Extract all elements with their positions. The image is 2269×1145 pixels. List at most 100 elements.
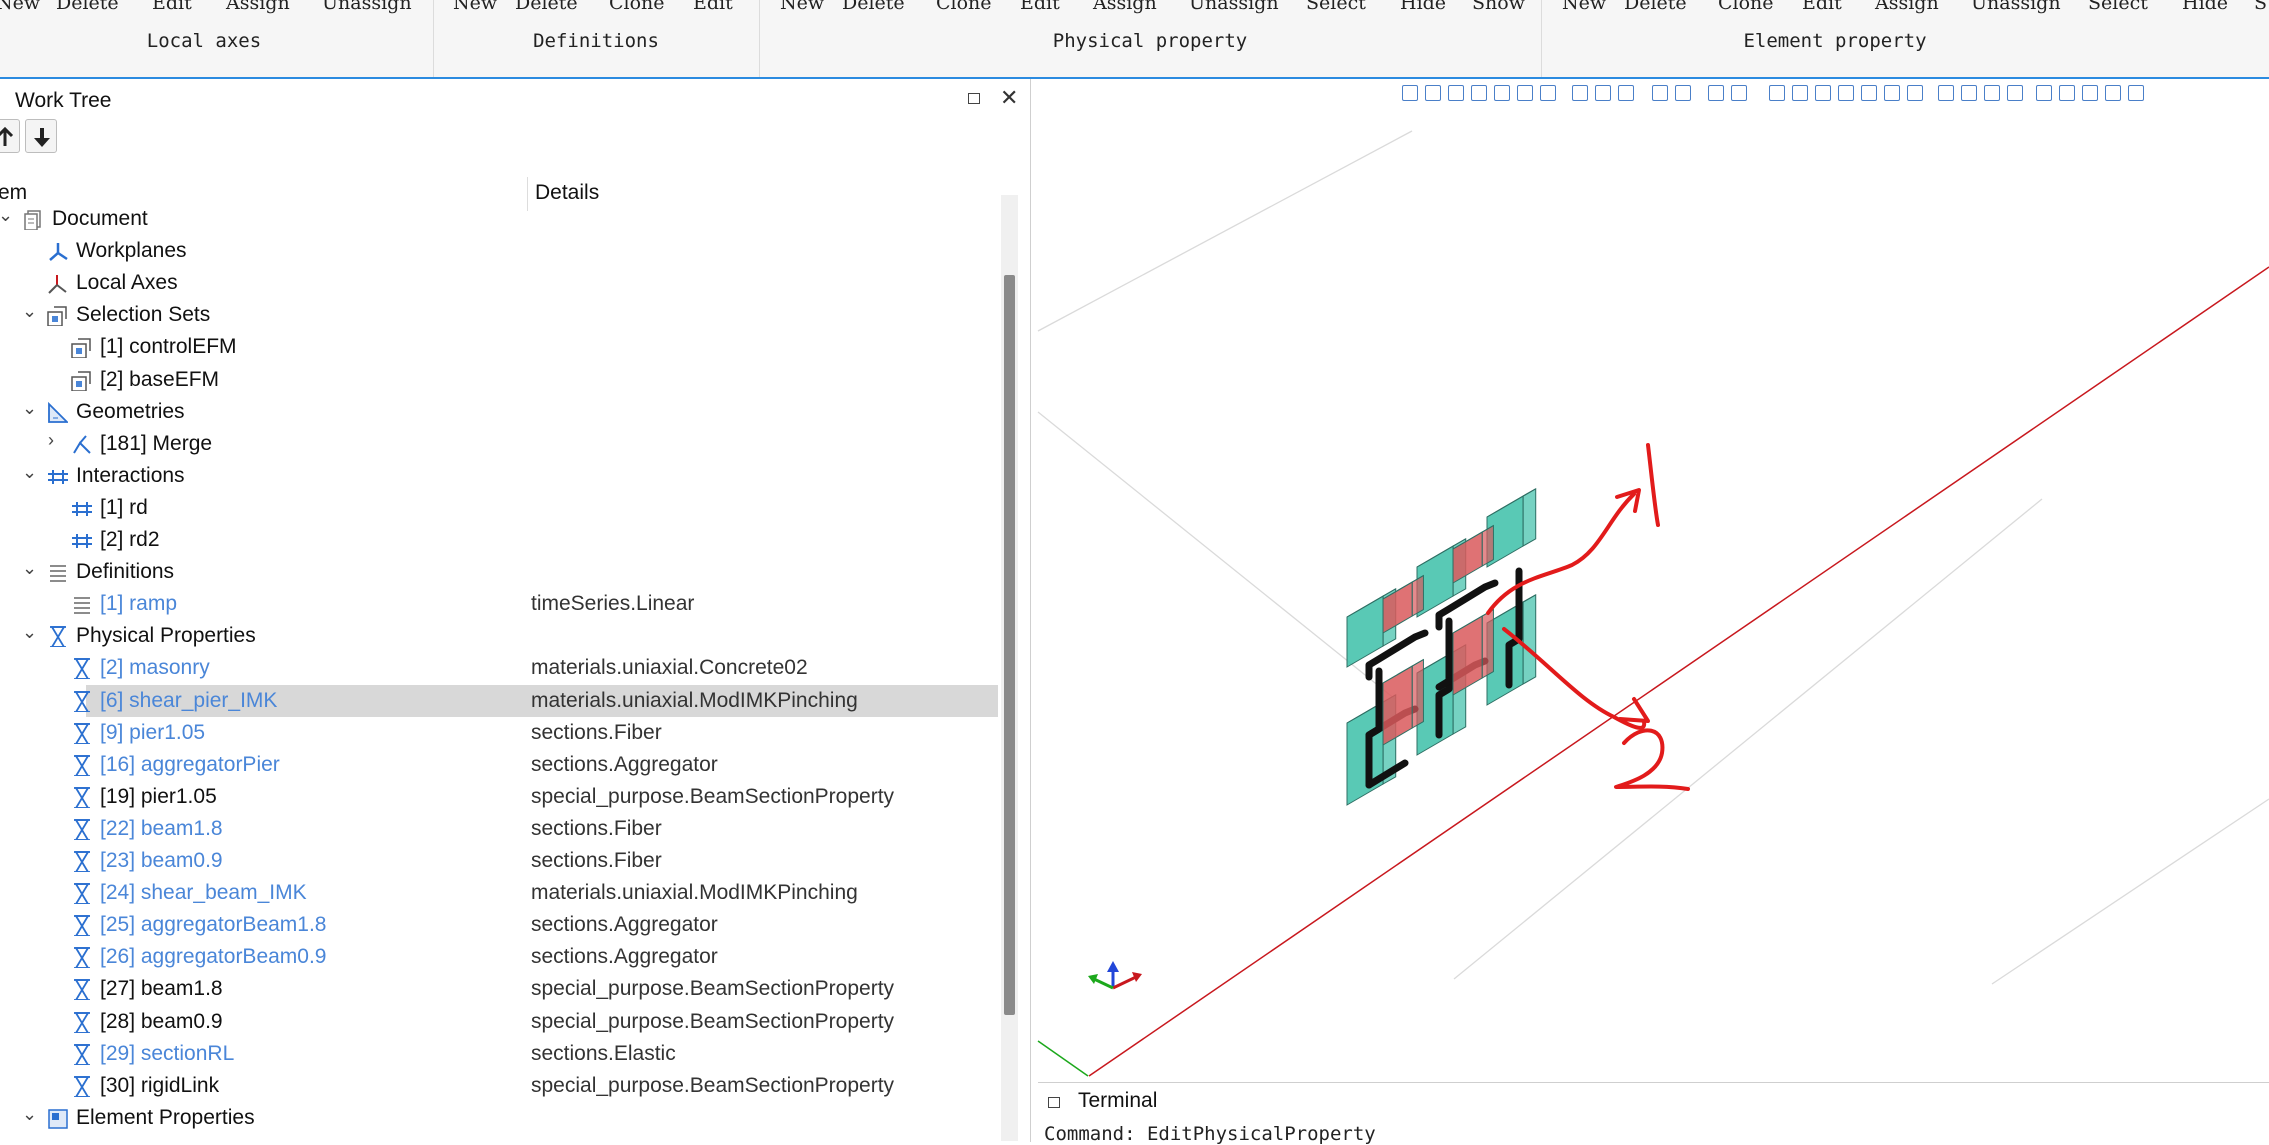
physical-unassign-button[interactable]: Unassign bbox=[1189, 0, 1279, 14]
tree-row[interactable]: [2] masonry materials.uniaxial.Concrete02 bbox=[0, 652, 1000, 684]
tree-row-label: [23] beam0.9 bbox=[100, 849, 223, 872]
scrollbar-thumb[interactable] bbox=[1004, 275, 1015, 1015]
tree-row[interactable]: [2] rd2 bbox=[0, 524, 1000, 556]
frame-model[interactable] bbox=[1346, 487, 1537, 806]
physical-new-button[interactable]: New bbox=[780, 0, 824, 14]
tree-row[interactable]: ⌄ Document bbox=[0, 203, 1000, 235]
physical-edit-button[interactable]: Edit bbox=[1020, 0, 1060, 14]
tree-row[interactable]: [29] sectionRL sections.Elastic bbox=[0, 1038, 1000, 1070]
element-delete-button[interactable]: Delete bbox=[1624, 0, 1687, 14]
local-axes-delete-button[interactable]: Delete bbox=[56, 0, 119, 14]
hourglass-icon bbox=[74, 1043, 90, 1065]
ribbon: New Delete Edit Assign Unassign Local ax… bbox=[0, 0, 2269, 79]
tree-row[interactable]: [27] beam1.8 special_purpose.BeamSectionP… bbox=[0, 973, 1000, 1005]
ribbon-group-physical-property: New Delete Clone Edit Assign Unassign Se… bbox=[759, 0, 1542, 77]
tree-row[interactable]: [22] beam1.8 sections.Fiber bbox=[0, 813, 1000, 845]
physical-delete-button[interactable]: Delete bbox=[842, 0, 905, 14]
chevron-down-icon[interactable]: ⌄ bbox=[0, 205, 13, 226]
float-panel-icon[interactable] bbox=[968, 93, 980, 104]
close-icon[interactable]: ✕ bbox=[1000, 85, 1018, 111]
workplane-icon bbox=[49, 243, 68, 262]
tree-row-details: sections.Aggregator bbox=[531, 913, 718, 937]
element-new-button[interactable]: New bbox=[1562, 0, 1606, 14]
tree-row[interactable]: [6] shear_pier_IMK materials.uniaxial.Mod… bbox=[74, 684, 998, 717]
hourglass-icon bbox=[74, 1075, 90, 1097]
definitions-new-button[interactable]: New bbox=[453, 0, 497, 14]
physical-hide-button[interactable]: Hide bbox=[1400, 0, 1446, 14]
tree-row[interactable]: [28] beam0.9 special_purpose.BeamSectionP… bbox=[0, 1006, 1000, 1038]
move-down-button[interactable] bbox=[25, 119, 57, 153]
tree-row-details: sections.Elastic bbox=[531, 1041, 676, 1065]
spring-element[interactable] bbox=[1382, 574, 1424, 634]
move-up-button[interactable] bbox=[0, 119, 20, 153]
3d-viewport[interactable] bbox=[1032, 79, 2269, 1080]
tree-row[interactable]: Workplanes bbox=[0, 235, 1000, 267]
hourglass-icon bbox=[74, 947, 90, 969]
element-select-button[interactable]: Select bbox=[2088, 0, 2148, 14]
physical-assign-button[interactable]: Assign bbox=[1093, 0, 1157, 14]
physical-clone-button[interactable]: Clone bbox=[936, 0, 992, 14]
local-axes-assign-button[interactable]: Assign bbox=[226, 0, 290, 14]
physical-show-button[interactable]: Show bbox=[1472, 0, 1525, 14]
tree-row[interactable]: ⌄ Definitions bbox=[0, 556, 1000, 588]
local-axes-unassign-button[interactable]: Unassign bbox=[322, 0, 412, 14]
tree-row[interactable]: [19] pier1.05 special_purpose.BeamSection… bbox=[0, 781, 1000, 813]
element-unassign-button[interactable]: Unassign bbox=[1971, 0, 2061, 14]
element-clone-button[interactable]: Clone bbox=[1718, 0, 1774, 14]
definitions-delete-button[interactable]: Delete bbox=[515, 0, 578, 14]
local-axes-new-button[interactable]: New bbox=[0, 0, 40, 14]
chevron-down-icon[interactable]: ⌄ bbox=[22, 558, 37, 579]
interaction-icon bbox=[72, 534, 92, 548]
chevron-down-icon[interactable]: ⌄ bbox=[22, 622, 37, 643]
tree-row[interactable]: [1] controlEFM bbox=[0, 331, 1000, 363]
tree-row[interactable]: Local Axes bbox=[0, 267, 1000, 299]
tree-row[interactable]: [1] rd bbox=[0, 492, 1000, 524]
tree-row[interactable]: [23] beam0.9 sections.Fiber bbox=[0, 845, 1000, 877]
axes-icon bbox=[48, 275, 67, 294]
hourglass-icon bbox=[74, 658, 90, 680]
selection-set-icon bbox=[71, 338, 91, 359]
tree-row[interactable]: ⌄ Geometries bbox=[0, 396, 1000, 428]
tree-row[interactable]: ⌄ Element Properties bbox=[0, 1102, 1000, 1134]
terminal-icon[interactable] bbox=[1048, 1097, 1060, 1108]
panel-title: Work Tree bbox=[15, 89, 112, 112]
tree-row[interactable]: › [181] Merge bbox=[0, 428, 1000, 460]
tree-row-label: [1] controlEFM bbox=[100, 335, 237, 359]
definitions-edit-button[interactable]: Edit bbox=[693, 0, 733, 14]
element-hide-button[interactable]: Hide bbox=[2182, 0, 2228, 14]
tree-row[interactable]: [2] baseEFM bbox=[0, 364, 1000, 396]
tree-row[interactable]: ⌄ Selection Sets bbox=[0, 299, 1000, 331]
ribbon-group-local-axes: New Delete Edit Assign Unassign Local ax… bbox=[0, 0, 434, 77]
chevron-down-icon[interactable]: ⌄ bbox=[22, 462, 37, 483]
selection-set-icon bbox=[71, 370, 91, 391]
pier-element[interactable] bbox=[1486, 487, 1537, 568]
tree-row[interactable]: ⌄ Physical Properties bbox=[0, 620, 1000, 652]
tree-row[interactable]: [25] aggregatorBeam1.8 sections.Aggregato… bbox=[0, 909, 1000, 941]
local-axes-edit-button[interactable]: Edit bbox=[152, 0, 192, 14]
model-scene[interactable] bbox=[1032, 79, 2269, 1080]
ribbon-group-label: Element property bbox=[1743, 30, 1927, 52]
spring-element[interactable] bbox=[1452, 524, 1494, 584]
tree-row[interactable]: [24] shear_beam_IMK materials.uniaxial.Mo… bbox=[0, 877, 1000, 909]
element-assign-button[interactable]: Assign bbox=[1875, 0, 1939, 14]
tree-row-details: sections.Fiber bbox=[531, 816, 662, 840]
element-edit-button[interactable]: Edit bbox=[1802, 0, 1842, 14]
chevron-down-icon[interactable]: ⌄ bbox=[22, 1104, 37, 1125]
tree-row[interactable]: [30] rigidLink special_purpose.BeamSectio… bbox=[0, 1070, 1000, 1102]
tree-row-details: special_purpose.BeamSectionProperty bbox=[531, 1009, 895, 1033]
tree-row[interactable]: [1] ramp timeSeries.Linear bbox=[0, 588, 1000, 620]
chevron-down-icon[interactable]: ⌄ bbox=[22, 301, 37, 322]
chevron-right-icon[interactable]: › bbox=[48, 430, 54, 451]
physical-select-button[interactable]: Select bbox=[1306, 0, 1366, 14]
tree-row[interactable]: [26] aggregatorBeam0.9 sections.Aggregato… bbox=[0, 941, 1000, 973]
hourglass-icon bbox=[74, 1011, 90, 1033]
tree-row[interactable]: [9] pier1.05 sections.Fiber bbox=[0, 717, 1000, 749]
chevron-down-icon[interactable]: ⌄ bbox=[22, 398, 37, 419]
tree-row[interactable]: ⌄ Interactions bbox=[0, 460, 1000, 492]
tree-row[interactable]: [16] aggregatorPier sections.Aggregator bbox=[0, 749, 1000, 781]
tree-row-label: Element Properties bbox=[76, 1105, 255, 1129]
element-show-button[interactable]: S bbox=[2254, 0, 2267, 14]
scrollbar[interactable] bbox=[1001, 195, 1018, 1141]
definitions-clone-button[interactable]: Clone bbox=[609, 0, 665, 14]
geometry-icon bbox=[48, 401, 68, 423]
